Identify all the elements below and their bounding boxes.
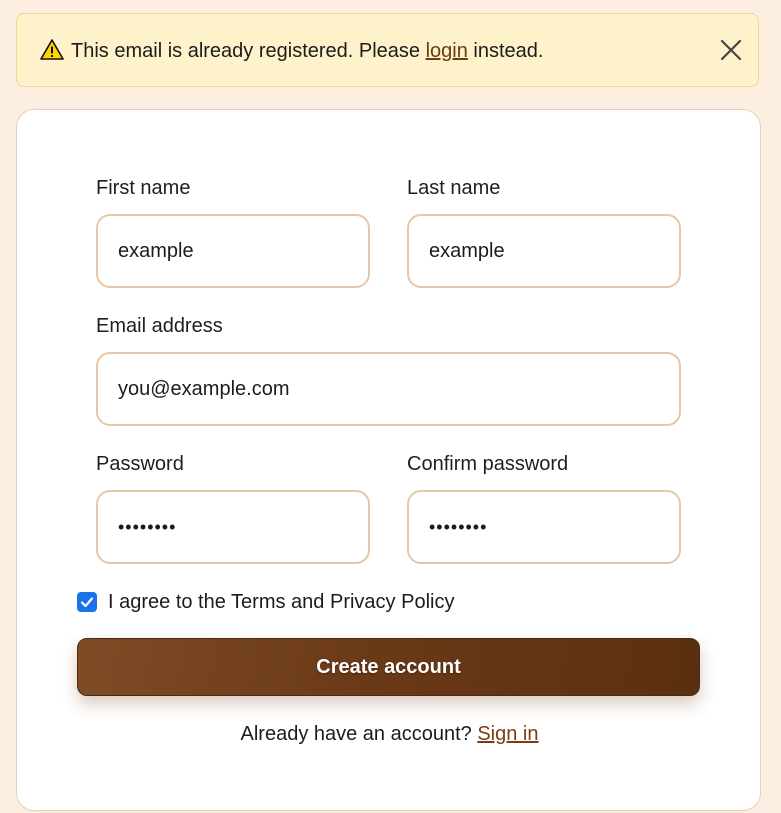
agree-checkbox[interactable] bbox=[77, 592, 97, 612]
signin-prompt: Already have an account? bbox=[240, 723, 478, 745]
email-field[interactable] bbox=[96, 352, 681, 426]
create-account-button[interactable]: Create account bbox=[77, 638, 700, 696]
agree-label: I agree to the Terms and Privacy Policy bbox=[108, 591, 455, 613]
password-field[interactable] bbox=[96, 490, 370, 564]
alert-message-suffix: instead. bbox=[467, 40, 544, 62]
alert-message: This email is already registered. Please… bbox=[71, 39, 543, 63]
signup-card: First name Last name Email address Passw… bbox=[16, 109, 761, 811]
confirm-password-field[interactable] bbox=[407, 490, 681, 564]
confirm-password-label: Confirm password bbox=[407, 453, 569, 475]
login-link[interactable]: login bbox=[426, 40, 468, 62]
last-name-field[interactable] bbox=[407, 214, 681, 288]
first-name-label: First name bbox=[96, 177, 191, 199]
signin-link[interactable]: Sign in bbox=[477, 723, 538, 745]
first-name-field[interactable] bbox=[96, 214, 370, 288]
warning-icon bbox=[40, 39, 64, 60]
email-label: Email address bbox=[96, 315, 223, 337]
alert-banner: This email is already registered. Please… bbox=[16, 13, 759, 87]
alert-message-prefix: This email is already registered. Please bbox=[71, 40, 426, 62]
signin-row: Already have an account? Sign in bbox=[17, 722, 762, 746]
agree-row: I agree to the Terms and Privacy Policy bbox=[77, 590, 454, 614]
close-icon[interactable] bbox=[717, 36, 745, 64]
checkmark-icon bbox=[80, 597, 94, 608]
password-label: Password bbox=[96, 453, 184, 475]
last-name-label: Last name bbox=[407, 177, 501, 199]
